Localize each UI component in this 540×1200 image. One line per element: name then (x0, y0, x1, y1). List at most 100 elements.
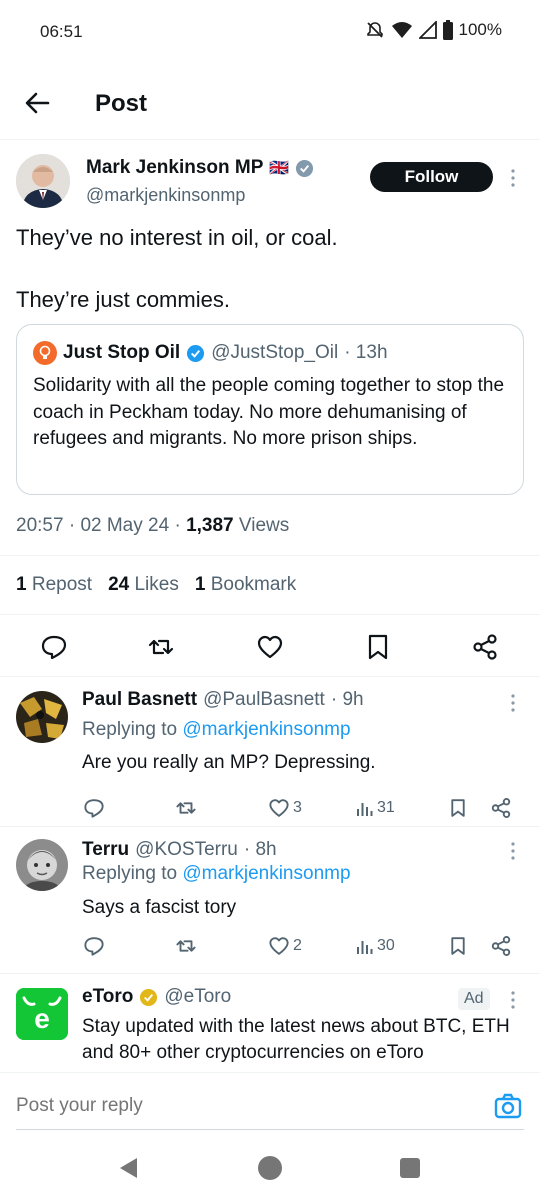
share-action[interactable] (490, 797, 512, 819)
nav-home-icon[interactable] (257, 1155, 283, 1181)
meta-separator: · (68, 515, 76, 536)
reply-action[interactable] (83, 797, 105, 819)
replying-to-mention[interactable]: @markjenkinsonmp (182, 863, 350, 884)
gold-texture-avatar-icon (16, 691, 68, 743)
post-time: 20:57 (16, 515, 64, 536)
view-count: 31 (377, 799, 395, 816)
gold-verified-badge-icon (140, 988, 158, 1006)
bookmark-icon (451, 799, 465, 817)
post-actions (0, 615, 540, 677)
quote-author-handle: @JustStop_Oil (211, 342, 339, 363)
back-arrow-icon (25, 92, 50, 114)
reposts-stat[interactable]: 1 Repost (16, 574, 92, 596)
reply-icon[interactable] (40, 633, 68, 661)
ad-author-handle: @eToro (164, 986, 232, 1007)
wifi-icon (391, 22, 412, 38)
mute-icon (366, 22, 383, 38)
camera-icon[interactable] (494, 1093, 522, 1119)
bookmark-icon[interactable] (364, 633, 392, 661)
promoted-post[interactable]: e eToro @eToro Ad Stay updated with the … (0, 974, 540, 1072)
reply-header: Terru @KOSTerru · 8h (82, 839, 277, 861)
author-name: Mark Jenkinson MP (86, 157, 264, 178)
reply-avatar[interactable] (16, 691, 68, 743)
repost-label: Repost (31, 574, 93, 595)
just-stop-oil-logo-icon (33, 341, 57, 365)
reply-text: Says a fascist tory (82, 897, 237, 918)
person-photo-icon (16, 154, 70, 208)
like-action[interactable]: 3 (268, 797, 302, 819)
views-label: Views (238, 515, 290, 536)
reply-action[interactable] (83, 935, 105, 957)
verified-badge-icon (296, 159, 314, 177)
post-meta: 20:57 · 02 May 24 · 1,387 Views (16, 515, 289, 537)
page-title: Post (95, 90, 148, 117)
post-text: They’ve no interest in oil, or coal. The… (16, 225, 338, 312)
reply-item[interactable]: Paul Basnett @PaulBasnett · 9h Replying … (0, 677, 540, 827)
reply-header: Paul Basnett @PaulBasnett · 9h (82, 689, 364, 711)
replying-to-prefix: Replying to (82, 863, 178, 884)
replying-to: Replying to @markjenkinsonmp (82, 719, 351, 741)
share-icon (491, 936, 511, 956)
share-icon (491, 798, 511, 818)
status-icons: 100% (365, 20, 502, 40)
status-time: 06:51 (40, 22, 83, 41)
like-heart-icon (269, 799, 289, 817)
more-options-icon[interactable] (510, 168, 516, 188)
share-action[interactable] (490, 935, 512, 957)
ad-header: eToro @eToro (82, 986, 231, 1008)
quote-author-name: Just Stop Oil (63, 342, 181, 363)
signal-icon (418, 21, 437, 39)
views-action[interactable]: 30 (356, 935, 395, 957)
nav-back-icon[interactable] (117, 1156, 139, 1180)
reply-avatar[interactable] (16, 839, 68, 891)
battery-percent: 100% (458, 20, 502, 39)
reply-input[interactable] (16, 1095, 476, 1117)
uk-flag-icon: 🇬🇧 (269, 160, 290, 177)
more-options-icon[interactable] (510, 693, 516, 713)
repost-action[interactable] (175, 935, 197, 957)
post-date: 02 May 24 (80, 515, 170, 536)
ad-badge: Ad (458, 988, 490, 1010)
reply-item[interactable]: Terru @KOSTerru · 8h Replying to @markje… (0, 827, 540, 974)
header: Post (0, 66, 540, 140)
like-action[interactable]: 2 (268, 935, 302, 957)
author-avatar[interactable] (16, 154, 70, 208)
nav-recents-icon[interactable] (399, 1157, 421, 1179)
reply-icon (84, 799, 104, 818)
quoted-post[interactable]: Just Stop Oil @JustStop_Oil · 13h Solida… (16, 324, 524, 495)
bookmarks-stat[interactable]: 1 Bookmark (195, 574, 296, 596)
view-count: 30 (377, 937, 395, 954)
bookmark-action[interactable] (448, 797, 468, 819)
etoro-logo[interactable]: e (16, 988, 68, 1040)
quote-time: · 13h (344, 342, 388, 363)
repost-action[interactable] (175, 797, 197, 819)
bookmark-label: Bookmark (210, 574, 297, 595)
bookmark-action[interactable] (448, 935, 468, 957)
author-name-row[interactable]: Mark Jenkinson MP 🇬🇧 (86, 157, 314, 179)
views-action[interactable]: 31 (356, 797, 395, 819)
reply-icon (84, 937, 104, 956)
replying-to-mention[interactable]: @markjenkinsonmp (182, 719, 350, 740)
author-handle: @markjenkinsonmp (86, 185, 246, 205)
reply-author-name[interactable]: Terru (82, 839, 129, 861)
share-icon[interactable] (471, 633, 499, 661)
etoro-logo-icon: e (16, 988, 68, 1040)
more-options-icon[interactable] (510, 841, 516, 861)
more-options-icon[interactable] (510, 990, 516, 1010)
views-chart-icon (357, 803, 373, 816)
reply-time: · 9h (330, 689, 364, 710)
bookmark-count: 1 (194, 574, 206, 595)
replying-to-prefix: Replying to (82, 719, 178, 740)
like-count: 24 (108, 574, 130, 595)
reply-author-name[interactable]: Paul Basnett (82, 689, 197, 711)
status-bar: 06:51 100% (0, 0, 540, 66)
likes-stat[interactable]: 24 Likes (108, 574, 179, 596)
verified-badge-icon (187, 344, 205, 362)
view-count: 1,387 (186, 515, 234, 536)
battery-icon (442, 20, 453, 40)
ad-author-name[interactable]: eToro (82, 986, 133, 1008)
like-heart-icon[interactable] (256, 633, 284, 661)
repost-icon[interactable] (147, 633, 175, 661)
back-button[interactable] (22, 88, 52, 118)
follow-button[interactable]: Follow (370, 162, 493, 192)
